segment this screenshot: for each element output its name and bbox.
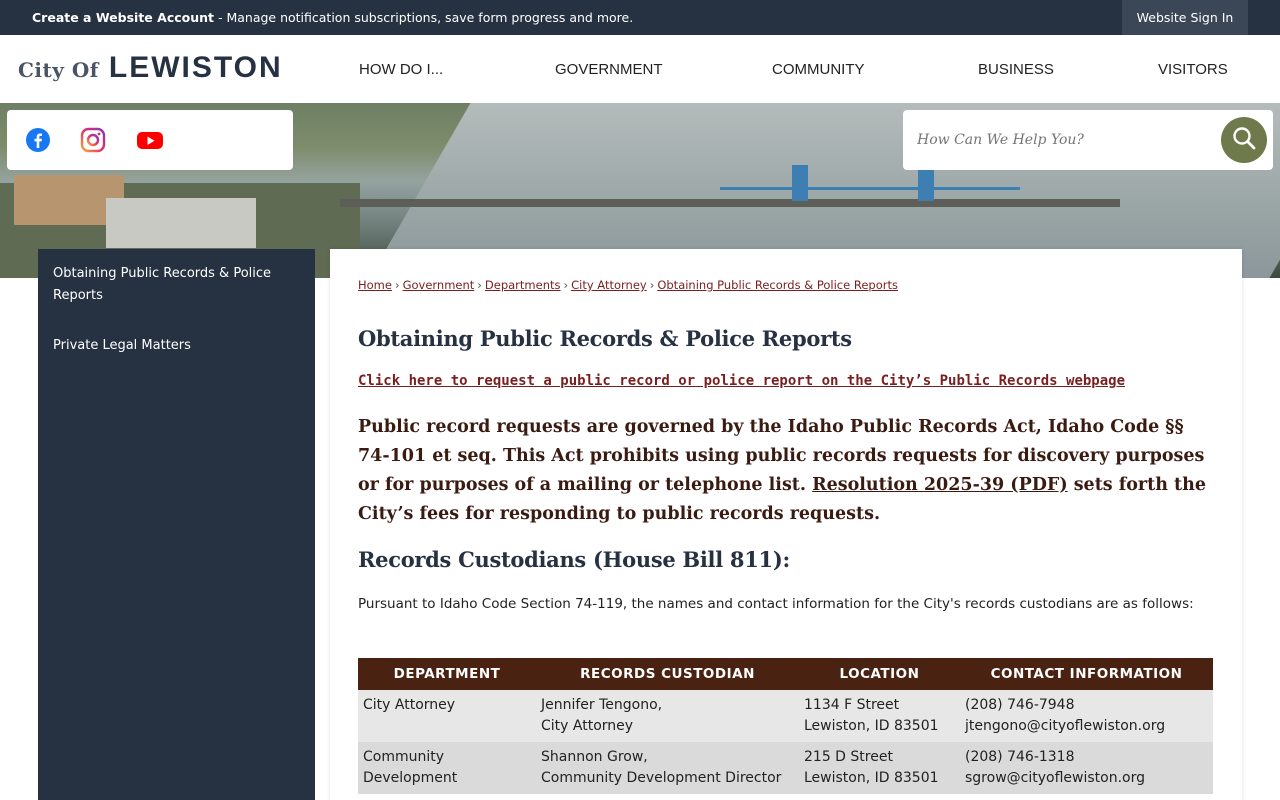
cell-location: 1134 F Street Lewiston, ID 83501: [799, 690, 960, 742]
city-logo[interactable]: City Of LEWISTON: [18, 51, 283, 85]
breadcrumb-separator: ›: [649, 278, 655, 292]
records-custodians-table: DEPARTMENT RECORDS CUSTODIAN LOCATION CO…: [358, 658, 1213, 794]
hero-bridge-truss: [720, 187, 1020, 201]
cell-department: Community Development: [358, 742, 536, 794]
nav-government-label: GOVERNMENT: [555, 60, 663, 78]
breadcrumb: Home › Government › Departments › City Attorne…: [358, 278, 898, 292]
cell-line: 1134 F Street: [804, 697, 900, 713]
sidebar-item-private-legal-matters[interactable]: Private Legal Matters: [53, 335, 191, 357]
breadcrumb-separator: ›: [394, 278, 400, 292]
nav-how-do-i[interactable]: HOW DO I...: [359, 35, 443, 103]
cell-line: 215 D Street: [804, 749, 893, 765]
table-row: Community Development Shannon Grow, Commun…: [358, 742, 1213, 794]
nav-government[interactable]: GOVERNMENT: [555, 35, 663, 103]
cell-custodian: Jennifer Tengono, City Attorney: [536, 690, 799, 742]
column-header-records-custodian: RECORDS CUSTODIAN: [536, 658, 799, 690]
hero-warehouse: [106, 198, 256, 248]
cell-email[interactable]: sgrow@cityoflewiston.org: [965, 770, 1145, 786]
social-media-box: [7, 110, 293, 170]
instagram-icon[interactable]: [80, 127, 106, 153]
logo-lewiston: LEWISTON: [108, 51, 283, 84]
nav-business[interactable]: BUSINESS: [978, 35, 1054, 103]
search-button[interactable]: [1221, 117, 1267, 163]
breadcrumb-city-attorney[interactable]: City Attorney: [571, 278, 647, 292]
cell-line: City Attorney: [363, 697, 456, 713]
create-account-link[interactable]: Create a Website Account: [32, 10, 214, 25]
cell-location: 215 D Street Lewiston, ID 83501: [799, 742, 960, 794]
nav-how-do-i-label: HOW DO I...: [359, 60, 444, 78]
account-notice: Create a Website Account - Manage notifi…: [32, 10, 633, 25]
logo-city-of: City Of: [18, 58, 99, 82]
cell-line: Community Development Director: [541, 770, 782, 786]
column-header-contact-information: CONTACT INFORMATION: [960, 658, 1213, 690]
sidebar-item-public-records[interactable]: Obtaining Public Records & Police Report…: [53, 263, 293, 307]
nav-visitors-label: VISITORS: [1158, 60, 1228, 78]
website-sign-in-button[interactable]: Website Sign In: [1122, 0, 1248, 35]
hero-bridge-tower: [918, 165, 934, 201]
nav-community-label: COMMUNITY: [772, 60, 865, 78]
nav-community[interactable]: COMMUNITY: [772, 35, 865, 103]
cell-contact: (208) 746-7948 jtengono@cityoflewiston.or…: [960, 690, 1213, 742]
resolution-pdf-link[interactable]: Resolution 2025-39 (PDF): [812, 475, 1068, 495]
public-records-request-link[interactable]: Click here to request a public record or…: [358, 373, 1125, 389]
main-content: Home › Government › Departments › City Attorne…: [330, 249, 1242, 800]
cell-line: City Attorney: [541, 718, 634, 734]
custodians-intro: Pursuant to Idaho Code Section 74-119, t…: [358, 596, 1194, 612]
site-header: City Of LEWISTON HOW DO I... GOVERNMENT …: [0, 35, 1280, 103]
cell-email[interactable]: jtengono@cityoflewiston.org: [965, 718, 1165, 734]
cell-contact: (208) 746-1318 sgrow@cityoflewiston.org: [960, 742, 1213, 794]
breadcrumb-separator: ›: [477, 278, 482, 292]
search-input[interactable]: [917, 124, 1207, 156]
breadcrumb-separator: ›: [563, 278, 569, 292]
page-title: Obtaining Public Records & Police Report…: [358, 326, 852, 351]
cell-line: Development: [363, 770, 458, 786]
table-row: City Attorney Jennifer Tengono, City Atto…: [358, 690, 1213, 742]
site-search: [903, 110, 1273, 170]
column-header-location: LOCATION: [799, 658, 960, 690]
public-records-paragraph: Public record requests are governed by t…: [358, 413, 1218, 529]
cell-line: Lewiston, ID 83501: [804, 770, 939, 786]
column-header-department: DEPARTMENT: [358, 658, 536, 690]
cell-custodian: Shannon Grow, Community Development Direc…: [536, 742, 799, 794]
facebook-icon[interactable]: [25, 127, 51, 153]
cell-line: Lewiston, ID 83501: [804, 718, 939, 734]
cell-department: City Attorney: [358, 690, 536, 742]
cell-phone: (208) 746-7948: [965, 697, 1075, 713]
breadcrumb-departments[interactable]: Departments: [485, 278, 561, 292]
account-notice-text: - Manage notification subscriptions, sav…: [214, 10, 634, 25]
hero-bridge-tower: [792, 165, 808, 201]
breadcrumb-home[interactable]: Home: [358, 278, 392, 292]
cell-line: Shannon Grow,: [541, 749, 648, 765]
cell-line: Community: [363, 749, 445, 765]
search-icon: [1231, 125, 1257, 155]
cell-phone: (208) 746-1318: [965, 749, 1075, 765]
nav-visitors[interactable]: VISITORS: [1158, 35, 1228, 103]
nav-business-label: BUSINESS: [978, 60, 1054, 78]
table-header-row: DEPARTMENT RECORDS CUSTODIAN LOCATION CO…: [358, 658, 1213, 690]
breadcrumb-government[interactable]: Government: [403, 278, 475, 292]
youtube-icon[interactable]: [137, 127, 163, 153]
notification-bar: Create a Website Account - Manage notifi…: [0, 0, 1280, 35]
cell-line: Jennifer Tengono,: [541, 697, 663, 713]
sidebar-nav: Obtaining Public Records & Police Report…: [38, 249, 315, 800]
custodians-heading: Records Custodians (House Bill 811):: [358, 547, 790, 572]
breadcrumb-current-page[interactable]: Obtaining Public Records & Police Report…: [657, 278, 898, 292]
